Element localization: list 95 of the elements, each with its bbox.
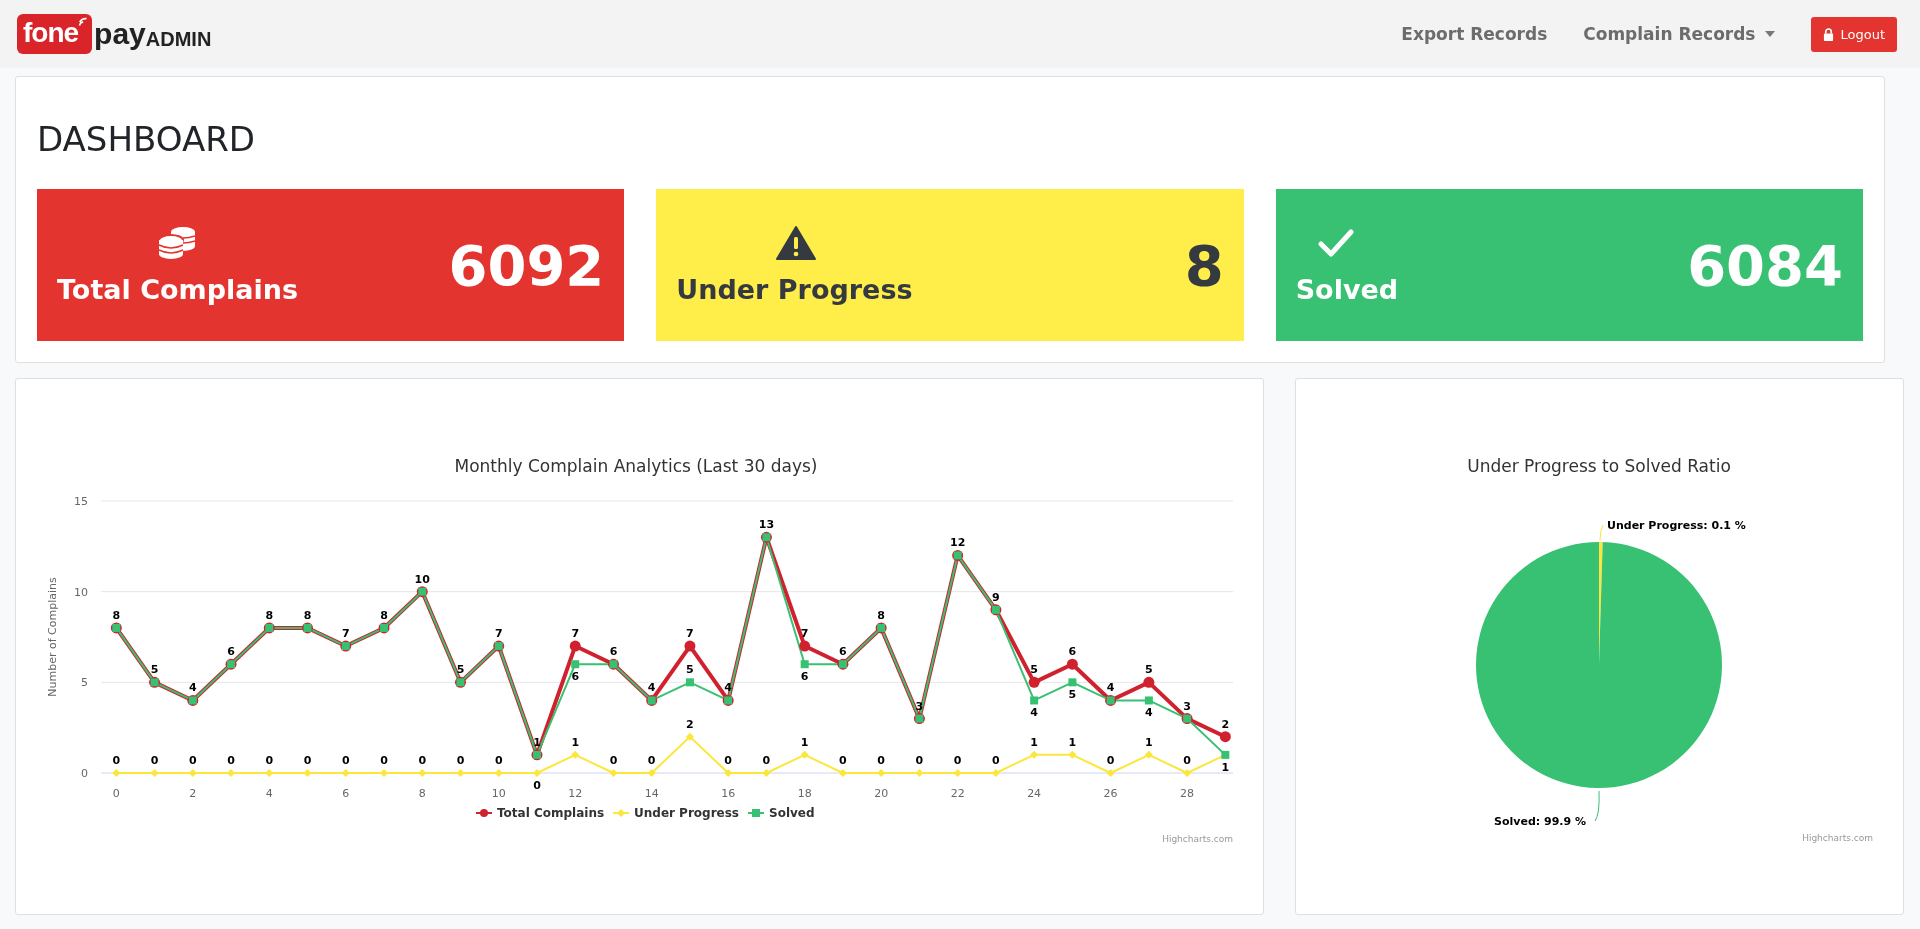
- data-label: 12: [950, 536, 966, 550]
- data-label: 0: [762, 754, 771, 767]
- data-label: 0: [953, 754, 962, 767]
- x-axis-label: 28: [1180, 787, 1195, 800]
- stat-label: Solved: [1295, 273, 1399, 305]
- data-label: 6: [1068, 645, 1077, 659]
- data-label: 0: [456, 754, 465, 767]
- data-label: 0: [647, 754, 656, 767]
- x-axis-label: 18: [797, 787, 812, 800]
- data-label: 8: [877, 608, 885, 622]
- data-label: 5: [1068, 688, 1077, 702]
- brand-suffix: ADMIN: [145, 28, 212, 51]
- data-label: 4: [1145, 706, 1153, 720]
- data-label: 13: [758, 518, 775, 532]
- y-axis-label: 0: [81, 767, 88, 780]
- data-label: 0: [112, 754, 121, 767]
- data-label: 7: [686, 627, 694, 641]
- chart-title: Under Progress to Solved Ratio: [1467, 456, 1731, 476]
- data-label: 0: [380, 754, 388, 767]
- data-label: 7: [571, 627, 580, 641]
- stat-value: 6084: [1687, 232, 1843, 298]
- data-label: 10: [414, 572, 430, 586]
- data-label: 5: [456, 663, 465, 677]
- brand-name: pay: [94, 19, 146, 49]
- page-title: DASHBOARD: [37, 119, 256, 159]
- data-label: 0: [418, 754, 427, 767]
- data-label: 0: [1106, 754, 1115, 767]
- data-label: 5: [1145, 663, 1153, 677]
- data-label: 0: [1183, 754, 1191, 767]
- x-axis-label: 14: [644, 787, 659, 800]
- data-label: 0: [227, 754, 235, 767]
- data-label: 0: [724, 754, 732, 767]
- y-axis-label: 5: [81, 676, 88, 690]
- x-axis-label: 10: [491, 787, 506, 800]
- data-label: 6: [839, 645, 847, 659]
- x-axis-label: 24: [1027, 787, 1042, 800]
- data-label: 0: [533, 779, 541, 792]
- data-label: 5: [150, 663, 159, 677]
- data-label: 2: [686, 717, 694, 731]
- x-axis-label: 4: [265, 787, 273, 800]
- data-label: 4: [1030, 706, 1038, 720]
- data-label: 1: [1221, 760, 1230, 774]
- data-label: 6: [800, 670, 809, 684]
- data-label: 1: [1030, 735, 1038, 749]
- data-label: 0: [265, 754, 274, 767]
- data-label: 4: [1106, 681, 1115, 695]
- data-label: 4: [188, 681, 197, 695]
- data-label: 0: [341, 754, 350, 767]
- stat-label: Under Progress: [676, 273, 913, 305]
- data-label: 0: [188, 754, 197, 767]
- data-label: 1: [1145, 735, 1153, 749]
- chart-title: Monthly Complain Analytics (Last 30 days): [454, 456, 818, 476]
- data-label: 6: [609, 645, 618, 659]
- data-label: 3: [1183, 699, 1191, 713]
- x-axis-label: 0: [112, 787, 120, 800]
- stat-label: Total Complains: [57, 273, 298, 305]
- x-axis-label: 6: [342, 787, 350, 800]
- data-label: 8: [265, 608, 274, 622]
- data-label: 0: [992, 754, 1000, 767]
- data-label: 8: [112, 608, 121, 622]
- data-label: 5: [686, 663, 694, 677]
- data-label: 0: [609, 754, 618, 767]
- data-label: 1: [571, 735, 580, 749]
- data-label: 7: [494, 627, 503, 641]
- x-axis-label: 12: [568, 787, 583, 800]
- data-label: 1: [1068, 735, 1077, 749]
- data-label: 7: [341, 627, 350, 641]
- stat-value: 6092: [448, 232, 605, 298]
- x-axis-label: 2: [189, 787, 197, 800]
- data-label: 9: [992, 590, 1000, 604]
- data-label: 0: [877, 754, 885, 767]
- slice-label: Solved: 99.9 %: [1494, 815, 1586, 828]
- y-axis-label: 10: [74, 585, 88, 599]
- data-label: 4: [647, 681, 656, 695]
- stat-value: 8: [1184, 232, 1224, 298]
- data-label: 5: [1030, 663, 1038, 677]
- data-label: 2: [1221, 717, 1230, 731]
- data-label: 0: [150, 754, 159, 767]
- y-axis-title: Number of Complains: [46, 577, 59, 697]
- x-axis-label: 26: [1103, 787, 1118, 800]
- x-axis-label: 20: [874, 787, 889, 800]
- x-axis-label: 8: [418, 787, 426, 800]
- data-label: 8: [303, 608, 312, 622]
- x-axis-label: 22: [950, 787, 965, 800]
- x-axis-label: 16: [721, 787, 736, 800]
- y-axis-label: 15: [74, 495, 88, 508]
- data-label: 6: [227, 645, 235, 659]
- data-label: 8: [380, 608, 388, 622]
- slice-label: Under Progress: 0.1 %: [1607, 519, 1746, 532]
- data-label: 0: [303, 754, 312, 767]
- data-label: 0: [915, 754, 924, 767]
- data-label: 1: [800, 735, 809, 749]
- data-label: 0: [494, 754, 503, 767]
- data-label: 6: [571, 670, 580, 684]
- data-label: 0: [839, 754, 847, 767]
